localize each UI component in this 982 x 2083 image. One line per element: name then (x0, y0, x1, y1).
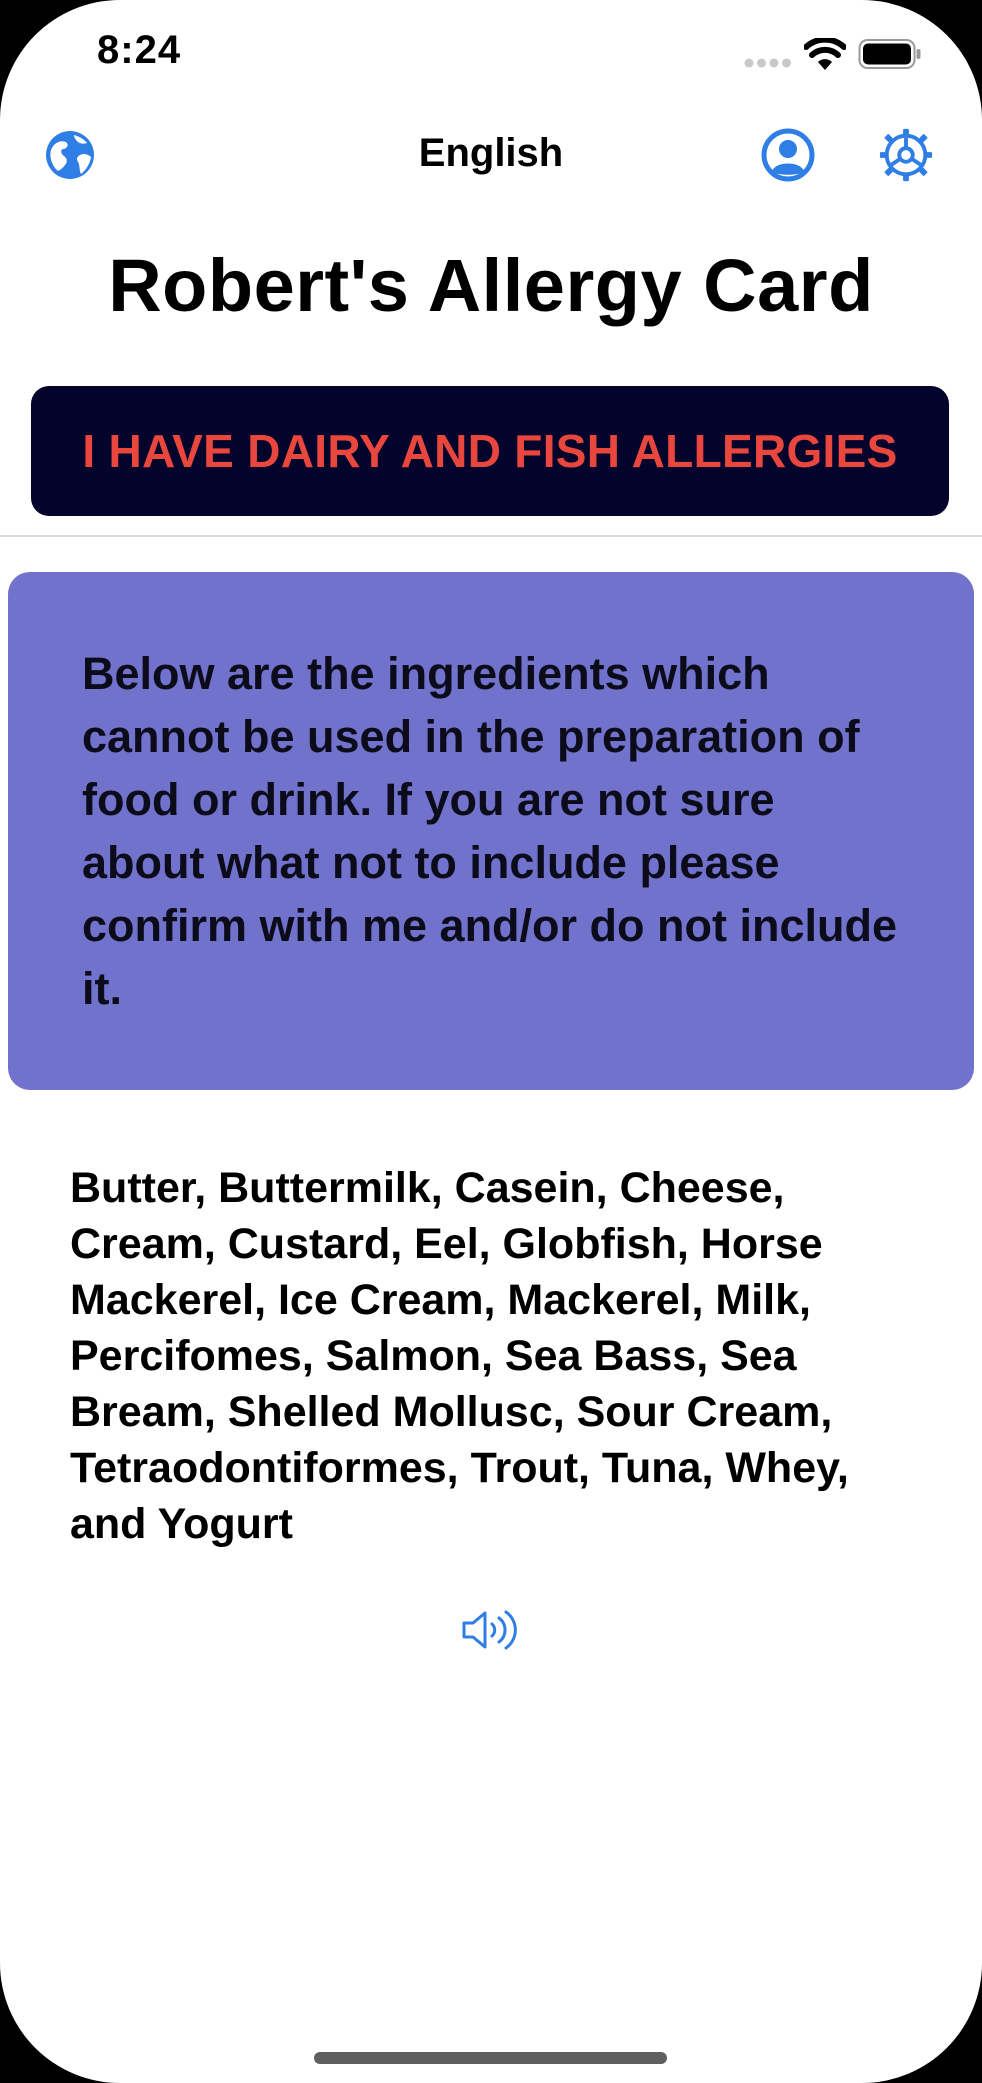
allergy-banner-text: I HAVE DAIRY AND FISH ALLERGIES (82, 425, 898, 477)
status-bar: 8:24 (0, 0, 982, 110)
speak-button[interactable] (460, 1608, 520, 1652)
settings-button[interactable] (878, 127, 934, 183)
person-circle-icon (761, 128, 815, 182)
nav-language-title: English (418, 131, 564, 175)
ingredients-list: Butter, Buttermilk, Casein, Cheese, Crea… (70, 1164, 849, 1548)
home-indicator[interactable] (314, 2052, 667, 2064)
speaker-wave-icon (462, 1610, 517, 1650)
info-card: Below are the ingredients which cannot b… (8, 572, 974, 1090)
cellular-signal-icon (744, 58, 791, 68)
wifi-icon (804, 38, 846, 70)
gear-icon (879, 128, 933, 182)
nav-bar: English (0, 115, 982, 195)
status-time: 8:24 (97, 28, 182, 72)
allergy-banner: I HAVE DAIRY AND FISH ALLERGIES (31, 386, 949, 516)
info-text: Below are the ingredients which cannot b… (82, 648, 898, 1014)
phone-screen: 8:24 English Robert's Allergy Card I HAV… (0, 0, 982, 2083)
profile-button[interactable] (760, 127, 816, 183)
divider (0, 535, 982, 537)
page-title: Robert's Allergy Card (108, 244, 874, 327)
battery-icon (858, 39, 921, 69)
